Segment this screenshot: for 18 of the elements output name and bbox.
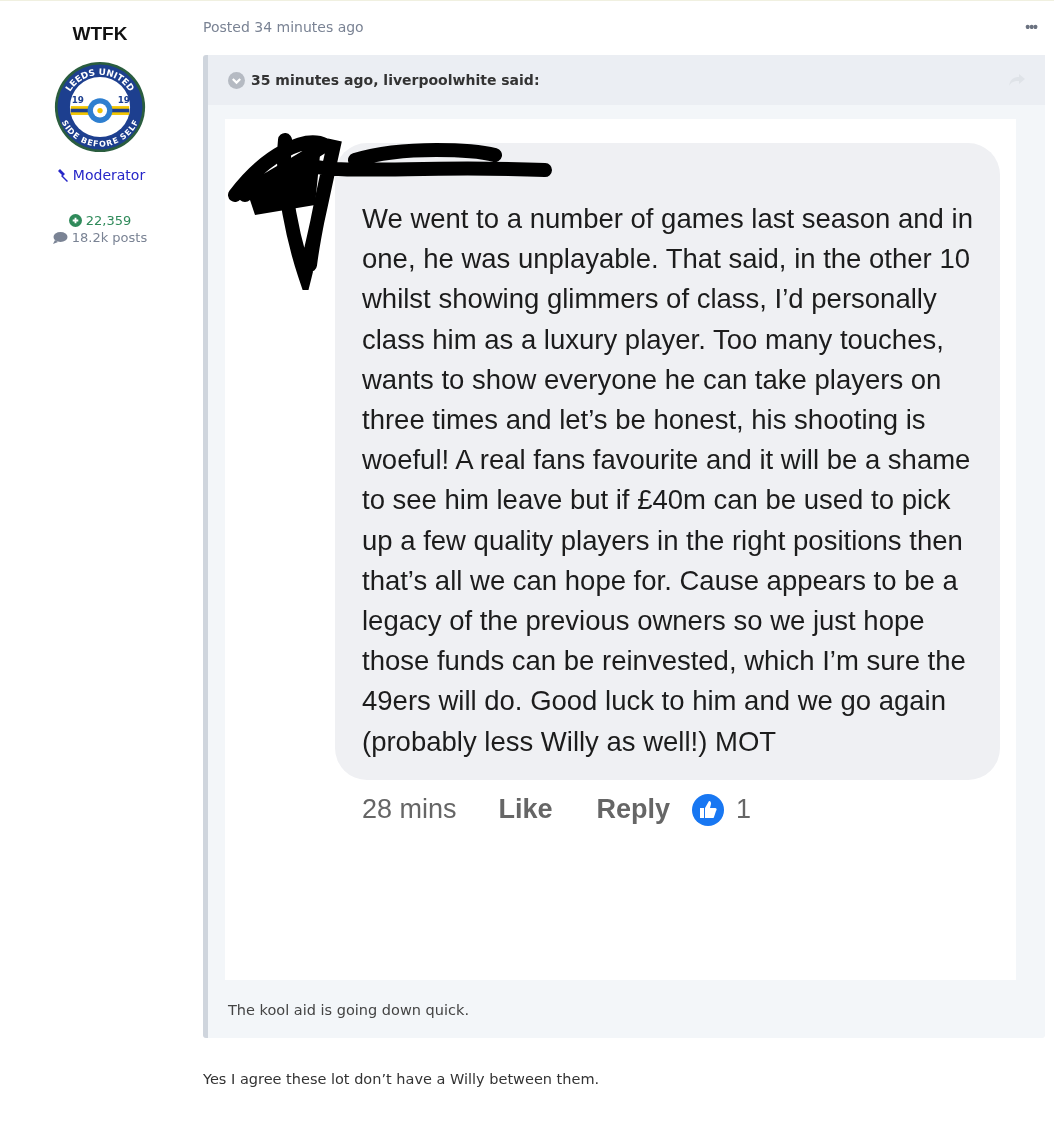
post-count-text: 18.2k posts: [71, 230, 148, 245]
post-timestamp: Posted 34 minutes ago: [203, 19, 364, 35]
role-text: Moderator: [72, 167, 146, 183]
post-body: Yes I agree these lot don’t have a Willy between them.: [203, 1071, 601, 1087]
thumbs-up-icon: [692, 793, 725, 826]
plus-circle-icon: [68, 214, 82, 227]
author-name[interactable]: WTFK: [72, 23, 128, 45]
comment-action[interactable]: Like: [498, 794, 553, 826]
reputation-text: 22,359: [85, 213, 132, 228]
comment-action[interactable]: Reply: [596, 794, 671, 826]
comment-text: We went to a number of games last season and in one, he was unplayable. That said, in the other 10 whilst showing glimmers of class, I’d personally class him as a luxury player. Too many touches, wants to show everyone he can take players on three times and let’s be honest, his shooting is woeful! A real fans favourite and it will be a shame to see him leave but if £40m can be used to pick up a few quality players in the right positions then that’s all we can hope for. Cause appears to be a legacy of the previous owners so we just hope those funds can be reinvested, which I’m sure the 49ers will do. Good luck to him and we go again (probably less Willy as well!) MOT: [362, 202, 974, 759]
quote-caption: The kool aid is going down quick.: [228, 1002, 470, 1018]
comment-time: 28 mins: [362, 794, 457, 826]
more-options-button[interactable]: •••: [1017, 19, 1045, 35]
speech-bubble-icon: [52, 231, 68, 244]
reaction-count: 1: [736, 794, 752, 826]
quote-citation: 35 minutes ago, liverpoolwhite said:: [251, 72, 541, 88]
collapse-chevron-icon[interactable]: [228, 71, 245, 89]
